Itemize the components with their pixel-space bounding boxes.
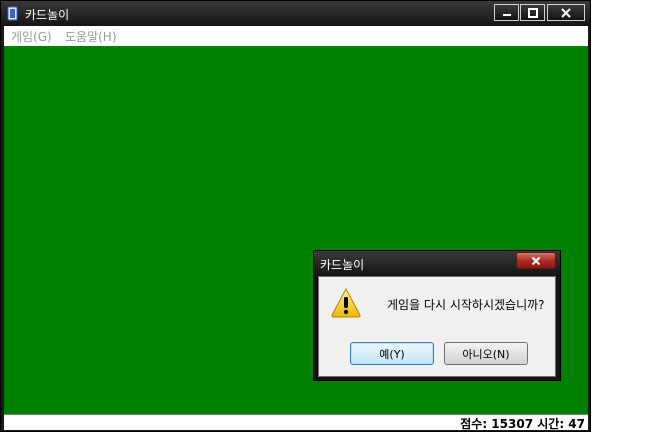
menu-game[interactable]: 게임(G): [11, 28, 52, 45]
restart-dialog: 카드놀이 게임을 다시 시작하시겠습니까? 예(Y) 아니오(N): [313, 250, 561, 381]
menu-bar: 게임(G) 도움말(H): [4, 26, 588, 46]
dialog-body: 게임을 다시 시작하시겠습니까? 예(Y) 아니오(N): [318, 276, 556, 377]
maximize-icon: [527, 3, 538, 22]
status-bar: 점수: 15307 시간: 47: [4, 414, 588, 431]
close-icon: [561, 3, 571, 22]
yes-button[interactable]: 예(Y): [350, 342, 434, 365]
dialog-close-button[interactable]: [516, 252, 556, 269]
minimize-button[interactable]: [494, 4, 519, 21]
dialog-message: 게임을 다시 시작하시겠습니까?: [387, 298, 545, 312]
window-title: 카드놀이: [25, 8, 70, 22]
close-button[interactable]: [547, 4, 585, 21]
no-button[interactable]: 아니오(N): [444, 342, 528, 365]
maximize-button[interactable]: [520, 4, 545, 21]
window-titlebar[interactable]: 카드놀이: [1, 1, 590, 26]
score-time-status: 점수: 15307 시간: 47: [460, 417, 585, 431]
close-icon: [531, 251, 541, 270]
warning-icon: [330, 287, 362, 319]
dialog-title: 카드놀이: [320, 258, 365, 272]
card-deck-icon: [7, 6, 19, 21]
dialog-titlebar[interactable]: 카드놀이: [314, 251, 560, 276]
minimize-icon: [502, 3, 512, 22]
menu-help[interactable]: 도움말(H): [65, 28, 117, 45]
